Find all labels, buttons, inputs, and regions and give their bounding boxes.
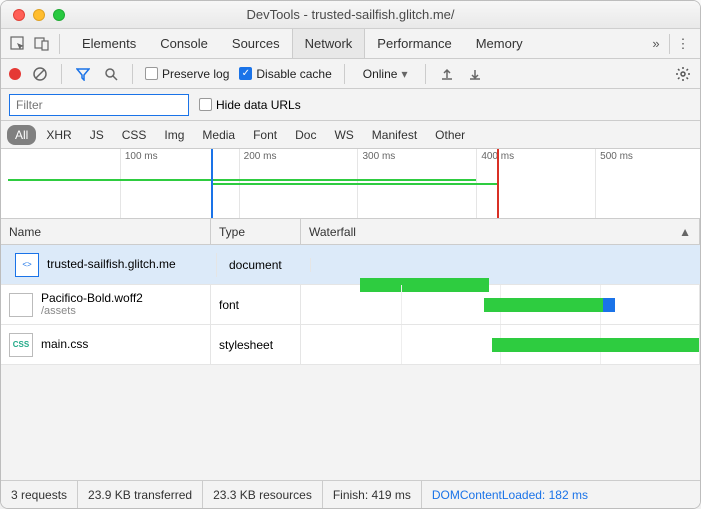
tick-label: 100 ms bbox=[125, 151, 158, 162]
clear-icon[interactable] bbox=[31, 65, 49, 83]
type-pill-all[interactable]: All bbox=[7, 125, 36, 145]
tab-console[interactable]: Console bbox=[148, 29, 220, 58]
filter-toggle-icon[interactable] bbox=[74, 65, 92, 83]
tick-label: 200 ms bbox=[244, 151, 277, 162]
table-headers: Name Type Waterfall ▲ bbox=[1, 219, 700, 245]
type-pill-css[interactable]: CSS bbox=[114, 125, 155, 145]
settings-gear-icon[interactable] bbox=[674, 65, 692, 83]
tab-memory[interactable]: Memory bbox=[464, 29, 535, 58]
disable-cache-checkbox[interactable]: ✓Disable cache bbox=[239, 67, 331, 81]
record-button[interactable] bbox=[9, 68, 21, 80]
preserve-log-label: Preserve log bbox=[162, 67, 229, 81]
status-requests: 3 requests bbox=[1, 481, 78, 508]
type-pill-ws[interactable]: WS bbox=[326, 125, 361, 145]
search-icon[interactable] bbox=[102, 65, 120, 83]
preserve-log-checkbox[interactable]: Preserve log bbox=[145, 67, 229, 81]
status-transferred: 23.9 KB transferred bbox=[78, 481, 203, 508]
device-toggle-icon[interactable] bbox=[33, 35, 51, 53]
disable-cache-label: Disable cache bbox=[256, 67, 331, 81]
request-rows: <> trusted-sailfish.glitch.me document P… bbox=[1, 245, 700, 365]
sort-indicator-icon: ▲ bbox=[679, 225, 691, 239]
main-tabbar: Elements Console Sources Network Perform… bbox=[1, 29, 700, 59]
request-name: Pacifico-Bold.woff2 bbox=[41, 291, 143, 305]
request-type: document bbox=[221, 258, 311, 272]
tab-performance[interactable]: Performance bbox=[365, 29, 463, 58]
type-pill-media[interactable]: Media bbox=[194, 125, 243, 145]
col-header-name[interactable]: Name bbox=[1, 219, 211, 244]
type-pill-xhr[interactable]: XHR bbox=[38, 125, 79, 145]
tick-label: 300 ms bbox=[362, 151, 395, 162]
status-finish: Finish: 419 ms bbox=[323, 481, 422, 508]
document-file-icon: <> bbox=[15, 253, 39, 277]
type-pill-img[interactable]: Img bbox=[156, 125, 192, 145]
kebab-menu-icon[interactable]: ⋮ bbox=[674, 35, 692, 53]
type-pill-js[interactable]: JS bbox=[82, 125, 112, 145]
col-header-type[interactable]: Type bbox=[211, 219, 301, 244]
tick-label: 500 ms bbox=[600, 151, 633, 162]
waterfall-cell bbox=[301, 325, 700, 364]
titlebar: DevTools - trusted-sailfish.glitch.me/ bbox=[1, 1, 700, 29]
request-name: main.css bbox=[41, 337, 88, 351]
request-row[interactable]: <> trusted-sailfish.glitch.me document bbox=[1, 245, 700, 285]
type-pill-other[interactable]: Other bbox=[427, 125, 473, 145]
request-row[interactable]: Pacifico-Bold.woff2/assets font bbox=[1, 285, 700, 325]
more-tabs-icon[interactable]: » bbox=[647, 35, 665, 53]
type-pill-doc[interactable]: Doc bbox=[287, 125, 324, 145]
timeline-overview[interactable]: 100 ms 200 ms 300 ms 400 ms 500 ms bbox=[1, 149, 700, 219]
status-domcontentloaded: DOMContentLoaded: 182 ms bbox=[422, 481, 598, 508]
request-type: font bbox=[211, 285, 301, 324]
throttling-value: Online bbox=[363, 67, 398, 81]
request-row[interactable]: CSS main.css stylesheet bbox=[1, 325, 700, 365]
waterfall-cell bbox=[301, 285, 700, 324]
request-type-bar: All XHR JS CSS Img Media Font Doc WS Man… bbox=[1, 121, 700, 149]
col-header-waterfall[interactable]: Waterfall ▲ bbox=[301, 219, 700, 244]
font-file-icon bbox=[9, 293, 33, 317]
request-name: trusted-sailfish.glitch.me bbox=[47, 257, 176, 271]
tab-network[interactable]: Network bbox=[292, 29, 366, 58]
filter-bar: Hide data URLs bbox=[1, 89, 700, 121]
inspect-icon[interactable] bbox=[9, 35, 27, 53]
filter-input[interactable] bbox=[9, 94, 189, 116]
throttling-select[interactable]: Online▾ bbox=[357, 65, 414, 83]
status-bar: 3 requests 23.9 KB transferred 23.3 KB r… bbox=[1, 480, 700, 508]
hide-data-urls-checkbox[interactable]: Hide data URLs bbox=[199, 98, 301, 112]
type-pill-manifest[interactable]: Manifest bbox=[364, 125, 425, 145]
hide-data-urls-label: Hide data URLs bbox=[216, 98, 301, 112]
download-har-icon[interactable] bbox=[466, 65, 484, 83]
request-type: stylesheet bbox=[211, 325, 301, 364]
waterfall-header-label: Waterfall bbox=[309, 225, 356, 239]
tab-sources[interactable]: Sources bbox=[220, 29, 292, 58]
status-resources: 23.3 KB resources bbox=[203, 481, 323, 508]
type-pill-font[interactable]: Font bbox=[245, 125, 285, 145]
network-toolbar: Preserve log ✓Disable cache Online▾ bbox=[1, 59, 700, 89]
window-title: DevTools - trusted-sailfish.glitch.me/ bbox=[1, 7, 700, 22]
request-path: /assets bbox=[41, 305, 143, 318]
css-file-icon: CSS bbox=[9, 333, 33, 357]
chevron-down-icon: ▾ bbox=[401, 67, 407, 81]
tab-elements[interactable]: Elements bbox=[70, 29, 148, 58]
upload-har-icon[interactable] bbox=[438, 65, 456, 83]
